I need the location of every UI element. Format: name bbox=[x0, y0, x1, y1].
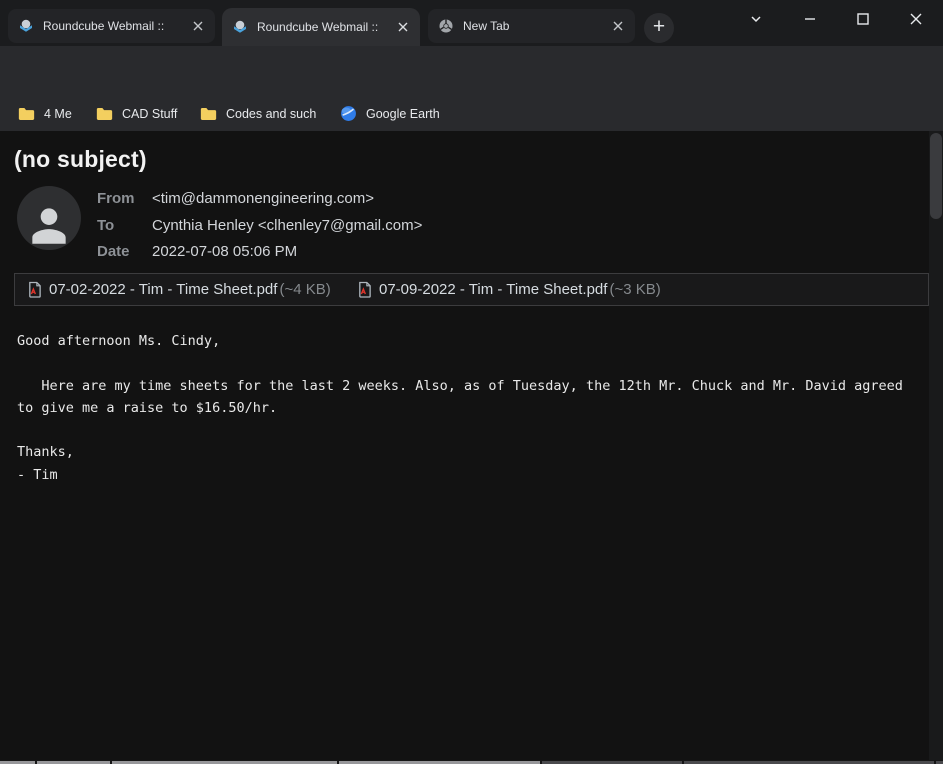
chrome-favicon-icon bbox=[438, 18, 454, 34]
message-subject: (no subject) bbox=[14, 146, 147, 173]
pdf-file-icon bbox=[357, 281, 372, 298]
sender-avatar bbox=[17, 186, 81, 250]
bottom-edge-strip bbox=[0, 760, 943, 764]
bookmarks-bar: 4 Me CAD Stuff Codes and such Google Ear… bbox=[0, 96, 943, 131]
header-row-to: To Cynthia Henley <clhenley7@gmail.com> bbox=[97, 217, 422, 237]
tab-close-icon[interactable] bbox=[394, 18, 412, 36]
person-icon bbox=[24, 200, 74, 250]
window-minimize-button[interactable] bbox=[800, 9, 820, 29]
folder-icon bbox=[200, 107, 217, 121]
tab-title: Roundcube Webmail :: bbox=[43, 19, 183, 33]
scrollbar-thumb[interactable] bbox=[930, 133, 942, 219]
date-label: Date bbox=[97, 243, 152, 263]
attachment-1[interactable]: 07-02-2022 - Tim - Time Sheet.pdf (~4 KB… bbox=[27, 274, 331, 305]
bookmark-label: Google Earth bbox=[366, 107, 440, 121]
new-tab-button[interactable]: + bbox=[644, 13, 674, 43]
tab-search-chevron-icon[interactable] bbox=[746, 9, 766, 29]
header-row-date: Date 2022-07-08 05:06 PM bbox=[97, 243, 297, 263]
folder-icon bbox=[96, 107, 113, 121]
bookmark-google-earth[interactable]: Google Earth bbox=[340, 96, 440, 131]
tab-new-tab[interactable]: New Tab bbox=[428, 9, 635, 43]
tab-strip: Roundcube Webmail :: Roundcube Webmail :… bbox=[0, 0, 943, 46]
browser-toolbar: https://www.dammonengineering.com:2096/c… bbox=[0, 46, 943, 96]
attachment-size: (~4 KB) bbox=[279, 281, 330, 298]
from-label: From bbox=[97, 190, 152, 210]
header-row-from: From <tim@dammonengineering.com> bbox=[97, 190, 374, 210]
attachment-name: 07-02-2022 - Tim - Time Sheet.pdf bbox=[49, 281, 277, 298]
bookmark-label: CAD Stuff bbox=[122, 107, 177, 121]
window-close-button[interactable] bbox=[906, 9, 926, 29]
pdf-file-icon bbox=[27, 281, 42, 298]
tab-title: New Tab bbox=[463, 19, 603, 33]
from-value: <tim@dammonengineering.com> bbox=[152, 190, 374, 210]
bookmark-label: Codes and such bbox=[226, 107, 316, 121]
roundcube-favicon-icon bbox=[232, 19, 248, 35]
message-body: Good afternoon Ms. Cindy, Here are my ti… bbox=[17, 330, 917, 486]
tab-title: Roundcube Webmail :: bbox=[257, 20, 388, 34]
page-scrollbar[interactable] bbox=[929, 131, 943, 764]
attachments-bar: 07-02-2022 - Tim - Time Sheet.pdf (~4 KB… bbox=[14, 273, 929, 306]
bookmark-folder-codes-and-such[interactable]: Codes and such bbox=[200, 96, 316, 131]
attachment-2[interactable]: 07-09-2022 - Tim - Time Sheet.pdf (~3 KB… bbox=[357, 274, 661, 305]
attachment-name: 07-09-2022 - Tim - Time Sheet.pdf bbox=[379, 281, 607, 298]
date-value: 2022-07-08 05:06 PM bbox=[152, 243, 297, 263]
to-value: Cynthia Henley <clhenley7@gmail.com> bbox=[152, 217, 422, 237]
folder-icon bbox=[18, 107, 35, 121]
tab-roundcube-1[interactable]: Roundcube Webmail :: bbox=[8, 9, 215, 43]
browser-window: Roundcube Webmail :: Roundcube Webmail :… bbox=[0, 0, 943, 764]
bookmark-folder-4-me[interactable]: 4 Me bbox=[18, 96, 72, 131]
tab-close-icon[interactable] bbox=[609, 17, 627, 35]
bookmark-label: 4 Me bbox=[44, 107, 72, 121]
tab-roundcube-2-active[interactable]: Roundcube Webmail :: bbox=[222, 8, 420, 46]
google-earth-globe-icon bbox=[340, 105, 357, 122]
webmail-message-view: (no subject) From <tim@dammonengineering… bbox=[0, 131, 943, 764]
to-label: To bbox=[97, 217, 152, 237]
window-maximize-button[interactable] bbox=[853, 9, 873, 29]
roundcube-favicon-icon bbox=[18, 18, 34, 34]
bookmark-folder-cad-stuff[interactable]: CAD Stuff bbox=[96, 96, 177, 131]
tab-close-icon[interactable] bbox=[189, 17, 207, 35]
attachment-size: (~3 KB) bbox=[609, 281, 660, 298]
